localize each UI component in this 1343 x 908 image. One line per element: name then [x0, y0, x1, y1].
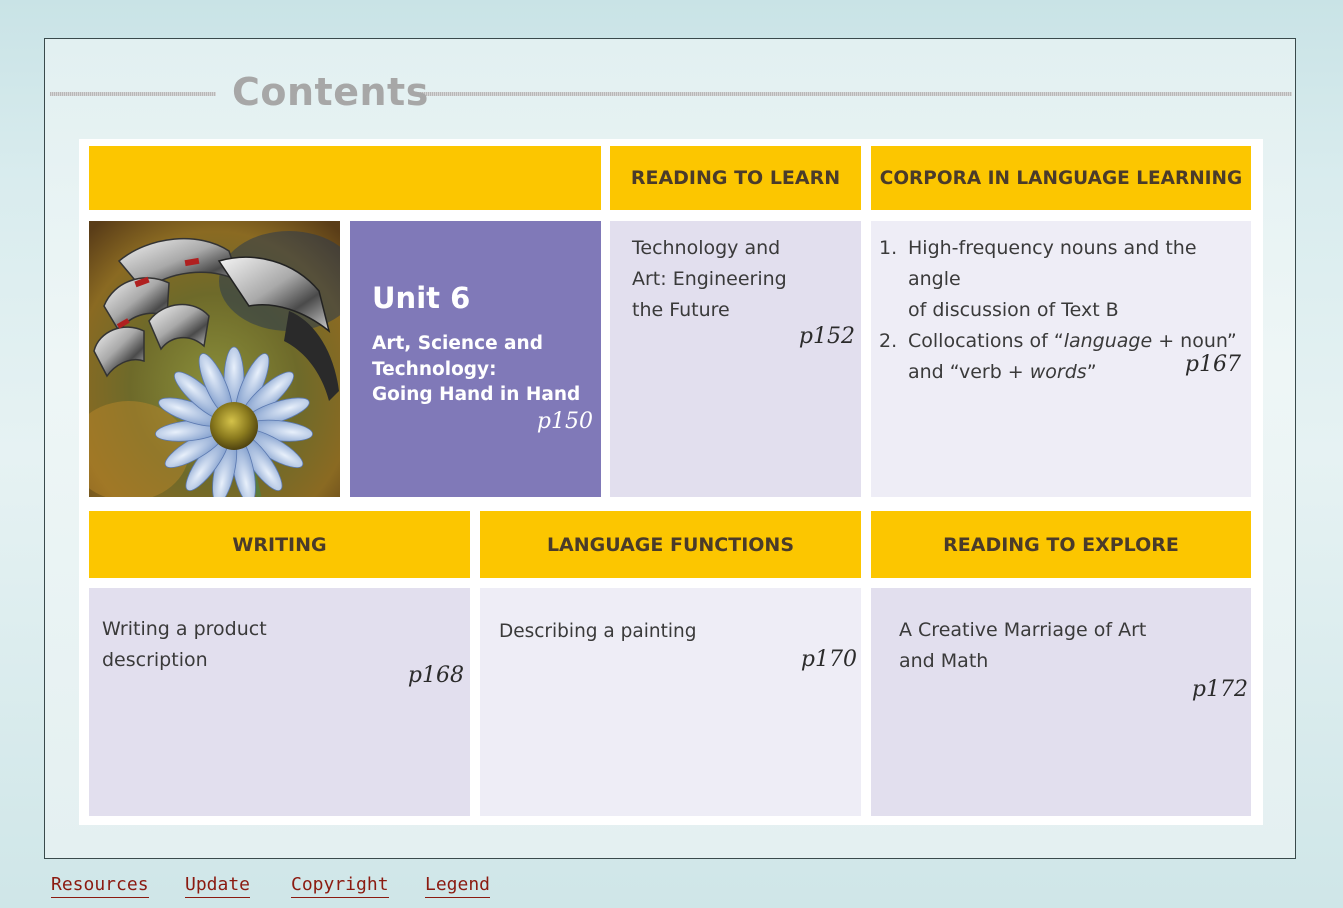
unit-title-card[interactable]: Unit 6 Art, Science and Technology: Goin… [350, 221, 601, 497]
corpora-header-label: CORPORA IN LANGUAGE LEARNING [879, 167, 1243, 189]
unit-subtitle-line1: Art, Science and [372, 333, 543, 354]
corpora-item-1-line2: of discussion of Text B [908, 299, 1119, 321]
corpora-item-1-line1: High-frequency nouns and the angle [908, 237, 1197, 290]
page-title: Contents [232, 70, 429, 114]
update-link[interactable]: Update [185, 874, 251, 898]
unit-subtitle: Art, Science and Technology: Going Hand … [372, 331, 580, 408]
reading-to-explore-header: READING TO EXPLORE [871, 511, 1251, 578]
reading-to-explore-page-ref: p172 [1191, 677, 1248, 702]
unit-header-bar [89, 146, 601, 210]
reading-to-learn-line1: Technology and [632, 237, 781, 259]
writing-page-ref: p168 [407, 663, 464, 688]
reading-to-learn-line2: Art: Engineering [632, 268, 787, 290]
corpora-header: CORPORA IN LANGUAGE LEARNING [871, 146, 1251, 210]
corpora-item-2-line2-a: and “verb + [908, 361, 1030, 383]
writing-line1: Writing a product [102, 618, 267, 640]
corpora-item-2-part-b: language [1063, 330, 1153, 352]
title-rule-right [414, 92, 1292, 96]
corpora-cell[interactable]: 1. High-frequency nouns and the angle of… [871, 221, 1251, 497]
resources-link[interactable]: Resources [51, 874, 149, 898]
title-rule-left [50, 92, 216, 96]
corpora-item-1-number: 1. [879, 237, 898, 259]
reading-to-explore-header-label: READING TO EXPLORE [943, 533, 1179, 556]
language-functions-line1: Describing a painting [499, 621, 697, 642]
robot-hand-flower-image [89, 221, 340, 497]
corpora-item-2-number: 2. [879, 330, 898, 352]
reading-to-learn-page-ref: p152 [798, 324, 855, 349]
language-functions-header: LANGUAGE FUNCTIONS [480, 511, 861, 578]
language-functions-page-ref: p170 [800, 647, 857, 672]
writing-header-label: WRITING [232, 533, 327, 556]
corpora-item-2-line2-b: words [1029, 361, 1087, 383]
corpora-item-1: 1. High-frequency nouns and the angle of… [879, 233, 1243, 326]
legend-link[interactable]: Legend [425, 874, 491, 898]
copyright-link[interactable]: Copyright [291, 874, 389, 898]
unit-subtitle-line3: Going Hand in Hand [372, 384, 581, 405]
unit-number: Unit 6 [372, 281, 471, 315]
language-functions-cell[interactable]: Describing a painting p170 [480, 588, 861, 816]
reading-to-learn-header: READING TO LEARN [610, 146, 861, 210]
reading-to-explore-cell[interactable]: A Creative Marriage of Art and Math p172 [871, 588, 1251, 816]
reading-to-learn-header-label: READING TO LEARN [630, 167, 841, 189]
corpora-item-2-part-a: Collocations of “ [908, 330, 1064, 352]
unit-page-ref: p150 [536, 409, 593, 434]
corpora-item-1-text: High-frequency nouns and the angle of di… [908, 233, 1243, 326]
reading-to-explore-line2: and Math [899, 650, 989, 672]
corpora-page-ref: p167 [1184, 352, 1241, 377]
writing-cell[interactable]: Writing a product description p168 [89, 588, 470, 816]
robot-hand-daisy-icon [89, 221, 340, 497]
reading-to-explore-line1: A Creative Marriage of Art [899, 619, 1147, 641]
corpora-item-2-line2-c: ” [1086, 361, 1097, 383]
reading-to-learn-cell[interactable]: Technology and Art: Engineering the Futu… [610, 221, 861, 497]
unit-subtitle-line2: Technology: [372, 358, 497, 380]
writing-header: WRITING [89, 511, 470, 578]
language-functions-header-label: LANGUAGE FUNCTIONS [546, 533, 795, 556]
